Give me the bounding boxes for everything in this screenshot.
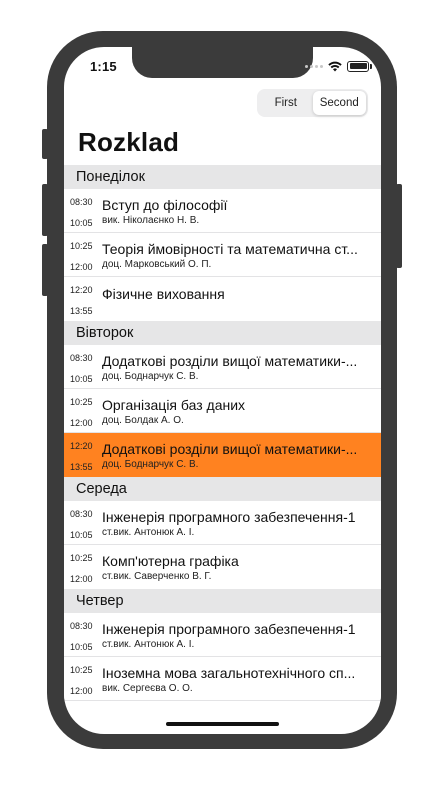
page-title: Rozklad: [78, 127, 180, 157]
lesson-teacher: ст.вик. Антонюк А. І.: [102, 527, 195, 538]
lesson-teacher: доц. Марковський О. П.: [102, 259, 212, 270]
lesson-row[interactable]: 10:25 12:00 Іноземна мова загальнотехніч…: [64, 657, 381, 701]
lesson-row-current[interactable]: 12:20 13:55 Додаткові розділи вищої мате…: [64, 433, 381, 477]
lesson-end-time: 13:55: [70, 306, 93, 316]
lesson-subject: Комп'ютерна графіка: [102, 553, 239, 569]
status-time: 1:15: [90, 59, 117, 74]
lesson-start-time: 08:30: [70, 509, 93, 519]
lesson-end-time: 10:05: [70, 530, 93, 540]
lesson-start-time: 10:25: [70, 665, 93, 675]
lesson-start-time: 08:30: [70, 197, 93, 207]
lesson-start-time: 08:30: [70, 621, 93, 631]
signal-icon: [305, 64, 323, 68]
battery-icon: [347, 60, 372, 72]
lesson-start-time: 10:25: [70, 241, 93, 251]
lesson-teacher: вик. Ніколаєнко Н. В.: [102, 215, 200, 226]
lesson-end-time: 10:05: [70, 218, 93, 228]
lesson-row[interactable]: 10:25 12:00 Комп'ютерна графіка ст.вик. …: [64, 545, 381, 589]
lesson-start-time: 12:20: [70, 441, 93, 451]
lesson-subject: Теорія ймовірності та математична ст...: [102, 241, 358, 257]
lesson-end-time: 10:05: [70, 642, 93, 652]
segment-second[interactable]: Second: [312, 91, 366, 115]
lesson-subject: Додаткові розділи вищої математики-...: [102, 441, 358, 457]
lesson-teacher: доц. Боднарчук С. В.: [102, 371, 199, 382]
lesson-teacher: ст.вик. Саверченко В. Г.: [102, 571, 212, 582]
lesson-end-time: 12:00: [70, 574, 93, 584]
section-header-thursday: Четвер: [64, 589, 381, 613]
lesson-row[interactable]: 08:30 10:05 Додаткові розділи вищої мате…: [64, 345, 381, 389]
lesson-start-time: 10:25: [70, 553, 93, 563]
lesson-teacher: доц. Болдак А. О.: [102, 415, 184, 426]
lesson-end-time: 13:55: [70, 462, 93, 472]
week-segmented-control: First Second: [257, 89, 368, 117]
lesson-end-time: 12:00: [70, 262, 93, 272]
phone-screen: 1:15 First Second Rozklad Понеділок 08:3…: [64, 47, 381, 734]
lesson-row[interactable]: 12:20 13:55 Фізичне виховання: [64, 277, 381, 321]
section-header-tuesday: Вівторок: [64, 321, 381, 345]
section-header-wednesday: Середа: [64, 477, 381, 501]
lesson-start-time: 10:25: [70, 397, 93, 407]
lesson-end-time: 12:00: [70, 686, 93, 696]
lesson-start-time: 08:30: [70, 353, 93, 363]
home-indicator[interactable]: [166, 722, 279, 726]
lesson-subject: Організація баз даних: [102, 397, 246, 413]
segment-first[interactable]: First: [259, 91, 313, 115]
lesson-end-time: 12:00: [70, 418, 93, 428]
lesson-row[interactable]: 10:25 12:00 Теорія ймовірності та матема…: [64, 233, 381, 277]
lesson-subject: Іноземна мова загальнотехнічного сп...: [102, 665, 356, 681]
lesson-row[interactable]: 08:30 10:05 Вступ до філософії вик. Ніко…: [64, 189, 381, 233]
section-header-monday: Понеділок: [64, 165, 381, 189]
status-icons: [305, 59, 372, 73]
lesson-teacher: доц. Боднарчук С. В.: [102, 459, 199, 470]
lesson-row[interactable]: 08:30 10:05 Інженерія програмного забезп…: [64, 613, 381, 657]
schedule-list: Понеділок 08:30 10:05 Вступ до філософії…: [64, 165, 381, 701]
lesson-subject: Додаткові розділи вищої математики-...: [102, 353, 358, 369]
lesson-start-time: 12:20: [70, 285, 93, 295]
lesson-subject: Інженерія програмного забезпечення-1: [102, 509, 356, 525]
lesson-subject: Вступ до філософії: [102, 197, 228, 213]
notch: [132, 47, 313, 78]
lesson-subject: Інженерія програмного забезпечення-1: [102, 621, 356, 637]
wifi-icon: [328, 61, 342, 71]
lesson-end-time: 10:05: [70, 374, 93, 384]
lesson-row[interactable]: 10:25 12:00 Організація баз даних доц. Б…: [64, 389, 381, 433]
lesson-teacher: вик. Сергеєва О. О.: [102, 683, 193, 694]
lesson-subject: Фізичне виховання: [102, 286, 225, 302]
lesson-teacher: ст.вик. Антонюк А. І.: [102, 639, 195, 650]
lesson-row[interactable]: 08:30 10:05 Інженерія програмного забезп…: [64, 501, 381, 545]
